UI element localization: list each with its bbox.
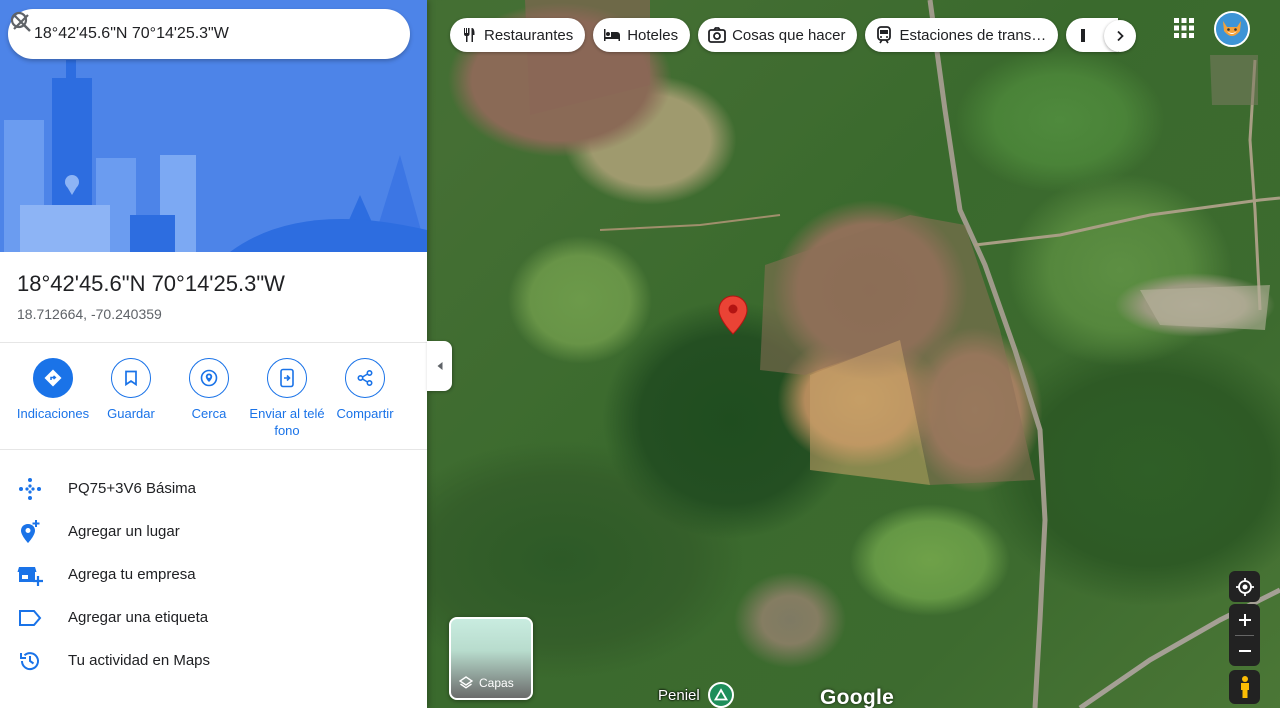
add-label-label: Agregar una etiqueta <box>68 609 209 626</box>
chip-label: Restaurantes <box>484 26 574 44</box>
chip-label: Estaciones de trans… <box>899 26 1047 44</box>
bookmark-icon <box>111 358 151 398</box>
action-label: Guardar <box>107 406 155 421</box>
action-label: Cerca <box>191 406 227 421</box>
divider <box>0 342 427 343</box>
layers-button[interactable]: Capas <box>449 617 533 700</box>
place-details-list: PQ75+3V6 Básima Agregar un lugar Agrega … <box>0 467 427 682</box>
poi-marker[interactable]: Peniel <box>658 682 734 708</box>
chip-hotels[interactable]: Hoteles <box>593 18 691 52</box>
add-label-item[interactable]: Agregar una etiqueta <box>0 596 427 639</box>
layers-label: Capas <box>479 676 514 690</box>
chips-next-button[interactable] <box>1104 20 1136 52</box>
action-label: Enviar al teléfono <box>249 406 325 438</box>
place-coordinates: 18.712664, -70.240359 <box>17 306 162 322</box>
add-business-label: Agrega tu empresa <box>68 566 196 583</box>
add-business-item[interactable]: Agrega tu empresa <box>0 553 427 596</box>
chip-things-to-do[interactable]: Cosas que hacer <box>698 18 858 52</box>
plus-icon <box>1238 613 1251 626</box>
chip-label: Cosas que hacer <box>732 26 846 44</box>
location-pin-icon[interactable] <box>718 295 748 335</box>
google-logo: Google <box>820 686 895 708</box>
layers-icon <box>459 676 473 689</box>
minus-icon <box>1238 649 1251 652</box>
my-location-button[interactable] <box>1229 571 1260 602</box>
close-icon[interactable] <box>8 9 34 35</box>
transit-icon <box>875 26 893 44</box>
hotel-icon <box>603 26 621 44</box>
poi-label: Peniel <box>658 686 700 704</box>
zoom-controls <box>1229 604 1260 666</box>
chevron-right-icon <box>1117 30 1124 42</box>
zoom-out-button[interactable] <box>1229 635 1260 666</box>
directions-icon <box>33 358 73 398</box>
send-to-phone-icon <box>267 358 307 398</box>
pharmacy-icon <box>1078 26 1096 44</box>
save-button[interactable]: Guardar <box>92 358 170 439</box>
my-location-icon <box>1235 577 1254 596</box>
add-business-icon <box>17 562 43 588</box>
history-icon <box>17 648 43 674</box>
zoom-in-button[interactable] <box>1229 604 1260 635</box>
fox-avatar-icon <box>1216 13 1248 45</box>
plus-code-icon <box>17 476 43 502</box>
maps-activity-label: Tu actividad en Maps <box>68 652 211 669</box>
send-to-phone-button[interactable]: Enviar al teléfono <box>248 358 326 439</box>
nearby-icon <box>189 358 229 398</box>
camera-icon <box>708 26 726 44</box>
chip-transit[interactable]: Estaciones de trans… <box>865 18 1059 52</box>
zoom-divider <box>1235 635 1254 636</box>
plus-code-label: PQ75+3V6 Básima <box>68 480 196 497</box>
page-title: 18°42'45.6"N 70°14'25.3"W <box>17 271 285 296</box>
action-bar: Indicaciones Guardar Cerca Enviar al tel… <box>0 358 427 439</box>
directions-button[interactable]: Indicaciones <box>14 358 92 439</box>
add-place-item[interactable]: Agregar un lugar <box>0 510 427 553</box>
add-place-label: Agregar un lugar <box>68 523 180 540</box>
divider <box>0 449 427 450</box>
layers-label-wrap: Capas <box>459 676 514 690</box>
add-place-icon <box>17 519 43 545</box>
action-label: Indicaciones <box>16 406 90 421</box>
chip-restaurants[interactable]: Restaurantes <box>450 18 586 52</box>
label-icon <box>17 605 43 631</box>
action-label: Compartir <box>336 406 394 421</box>
nearby-button[interactable]: Cerca <box>170 358 248 439</box>
category-chips: Restaurantes Hoteles Cosas que hacer Est… <box>450 18 1119 52</box>
search-input[interactable] <box>34 25 294 43</box>
caret-left-icon <box>437 362 442 370</box>
side-panel: 18°42'45.6"N 70°14'25.3"W 18.712664, -70… <box>0 0 427 708</box>
place-of-worship-icon <box>707 682 734 708</box>
maps-app: Restaurantes Hoteles Cosas que hacer Est… <box>0 0 1280 708</box>
search-box <box>8 9 410 59</box>
share-button[interactable]: Compartir <box>326 358 404 439</box>
share-icon <box>345 358 385 398</box>
street-view-pegman[interactable] <box>1229 670 1260 704</box>
restaurant-icon <box>460 26 478 44</box>
chip-label: Hoteles <box>627 26 679 44</box>
plus-code-item[interactable]: PQ75+3V6 Básima <box>0 467 427 510</box>
apps-grid-icon[interactable] <box>1172 16 1196 40</box>
collapse-panel-button[interactable] <box>427 341 452 391</box>
maps-activity-item[interactable]: Tu actividad en Maps <box>0 639 427 682</box>
pegman-icon <box>1240 676 1249 698</box>
place-hero-image <box>0 0 427 252</box>
avatar[interactable] <box>1214 11 1250 47</box>
